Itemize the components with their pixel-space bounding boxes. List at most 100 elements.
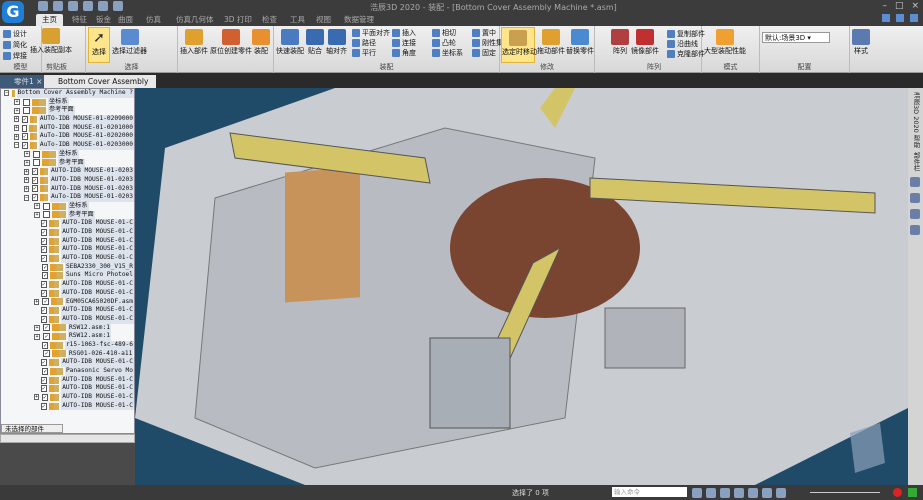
visibility-checkbox[interactable]: ✓ <box>42 367 49 375</box>
zoom-area-icon[interactable] <box>720 488 730 498</box>
mirror-part-button[interactable]: 镜像部件 <box>631 27 659 56</box>
visibility-checkbox[interactable]: ✓ <box>42 263 49 271</box>
tab-10[interactable]: 数据管理 <box>344 14 374 26</box>
assemble-small-button[interactable]: 坐标系 <box>432 48 463 58</box>
tree-item[interactable]: + ✓ EGM05CA65020DF.asm <box>1 297 134 307</box>
shade-icon[interactable] <box>776 488 786 498</box>
tree-item[interactable]: ✓ AUTO-IDB MOUSE-01-C <box>1 280 134 289</box>
visibility-checkbox[interactable]: ✓ <box>40 376 47 384</box>
upload-icon[interactable] <box>908 488 917 497</box>
tab-1[interactable]: 特征 <box>72 14 87 26</box>
tree-item[interactable]: ✓ AUTO-IDB MOUSE-01-C <box>1 236 134 246</box>
model-simplify[interactable]: 简化 <box>13 40 27 50</box>
tree-item[interactable]: ✓ AUTO-IDB MOUSE-01-C <box>1 254 134 263</box>
tree-item[interactable]: + ✓ AUTO-IDB MOUSE-01-0203 <box>1 184 134 194</box>
tree-item[interactable]: ✓ Suns Micro Photoel <box>1 271 134 281</box>
visibility-checkbox[interactable]: ✓ <box>32 185 38 193</box>
tree-item[interactable]: + ✓ RSW12.asm:1 <box>1 332 134 341</box>
panel-icon[interactable] <box>910 209 920 220</box>
in-place-part-button[interactable]: 原位创建零件 <box>210 27 252 56</box>
zoom-slider[interactable] <box>810 492 880 493</box>
visibility-checkbox[interactable] <box>23 107 30 115</box>
tree-item[interactable]: ✓ RSG01-026-410-a11 <box>1 349 134 359</box>
visibility-checkbox[interactable]: ✓ <box>40 307 47 315</box>
tree-item[interactable]: + 参考平面 <box>1 210 134 220</box>
tab-5[interactable]: 仿真几何体 <box>176 14 214 26</box>
close-button[interactable]: × <box>911 1 919 11</box>
expand-toggle[interactable]: + <box>34 324 40 331</box>
tab-6[interactable]: 3D 打印 <box>224 14 252 26</box>
tree-item[interactable]: ✓ AUTO-IDB MOUSE-01-C <box>1 288 134 298</box>
tree-item[interactable]: ✓ r15-1063-fsc-489-6 <box>1 340 134 350</box>
visibility-checkbox[interactable]: ✓ <box>32 194 38 202</box>
move-on-select-button[interactable]: 选定时移动 <box>501 27 537 63</box>
tree-horizontal-scrollbar[interactable] <box>0 434 135 443</box>
model-weld[interactable]: 焊接 <box>13 51 27 61</box>
visibility-checkbox[interactable]: ✓ <box>43 350 50 358</box>
visibility-checkbox[interactable]: ✓ <box>42 272 49 280</box>
visibility-checkbox[interactable]: ✓ <box>40 315 47 323</box>
tree-item[interactable]: + AUTO-IDB MOUSE-01-0201000 <box>1 123 134 133</box>
tree-item[interactable]: ✓ AUTO-IDB MOUSE-01-C <box>1 401 134 411</box>
expand-toggle[interactable]: + <box>24 151 30 158</box>
expand-toggle[interactable]: + <box>14 125 20 132</box>
visibility-checkbox[interactable] <box>33 150 40 158</box>
doc-tab-assembly[interactable]: Bottom Cover Assembly Ma... × <box>44 75 156 99</box>
3d-viewport[interactable] <box>135 88 908 485</box>
tab-7[interactable]: 检查 <box>262 14 277 26</box>
help-icon[interactable] <box>910 14 918 22</box>
tree-item[interactable]: + 参考平面 <box>1 106 134 116</box>
unselected-parts-button[interactable]: 未选择的部件 <box>1 424 63 433</box>
settings-icon[interactable] <box>113 1 123 11</box>
style-button[interactable]: 样式 <box>852 27 870 56</box>
visibility-checkbox[interactable]: ✓ <box>40 280 47 288</box>
select-filter-button[interactable]: 选择过滤器 <box>112 27 147 56</box>
pattern-button[interactable]: 阵列 <box>611 27 629 56</box>
tree-item[interactable]: ✓ AUTO-IDB MOUSE-01-C <box>1 219 134 229</box>
new-icon[interactable] <box>38 1 48 11</box>
assemble-small-button[interactable]: 固定 <box>472 48 496 58</box>
expand-toggle[interactable]: + <box>14 107 20 114</box>
visibility-checkbox[interactable] <box>43 211 50 219</box>
visibility-checkbox[interactable]: ✓ <box>40 289 47 297</box>
tab-3[interactable]: 曲面 <box>118 14 133 26</box>
save-icon[interactable] <box>68 1 78 11</box>
assemble-small-button[interactable]: 刚性集 <box>472 38 503 48</box>
tree-item[interactable]: ✓ AUTO-IDB MOUSE-01-C <box>1 384 134 394</box>
assemble-small-button[interactable]: 置中 <box>472 28 496 38</box>
expand-toggle[interactable]: + <box>24 168 30 175</box>
expand-toggle[interactable]: + <box>14 116 20 123</box>
tab-8[interactable]: 工具 <box>290 14 305 26</box>
model-design[interactable]: 设计 <box>13 29 27 39</box>
tree-item[interactable]: ✓ SEBA2330_300_V15_R <box>1 262 134 272</box>
app-logo[interactable]: G <box>2 1 24 23</box>
expand-toggle[interactable]: + <box>24 177 30 184</box>
tree-item[interactable]: ✓ Panasonic Servo Mo <box>1 367 134 376</box>
tree-item[interactable]: ✓ AUTO-IDB MOUSE-01-C <box>1 375 134 385</box>
visibility-checkbox[interactable]: ✓ <box>40 402 47 410</box>
visibility-checkbox[interactable]: ✓ <box>40 246 47 254</box>
clone-part-button[interactable]: 克隆部件 <box>667 49 705 59</box>
command-input[interactable]: 输入命令 <box>612 487 687 497</box>
visibility-checkbox[interactable]: ✓ <box>43 324 50 332</box>
tree-item[interactable]: + 坐标系 <box>1 149 134 159</box>
visibility-checkbox[interactable] <box>22 124 27 132</box>
tree-item[interactable]: + ✓ AuTo-IDB MOUSE-01-0202000 <box>1 132 134 142</box>
minimize-button[interactable]: – <box>882 1 887 11</box>
replace-part-button[interactable]: 替换零件 <box>566 27 594 56</box>
tree-item[interactable]: + ✓ AUTO-IDB MOUSE-01-0203 <box>1 175 134 185</box>
zoom-fit-icon[interactable] <box>692 488 702 498</box>
visibility-checkbox[interactable] <box>33 159 40 167</box>
visibility-checkbox[interactable]: ✓ <box>40 237 47 245</box>
tree-item[interactable]: ✓ AUTO-IDB MOUSE-01-C <box>1 306 134 315</box>
assemble-small-button[interactable]: 平面对齐 <box>352 28 390 38</box>
align-axis-button[interactable]: 轴对齐 <box>326 27 347 56</box>
assemble-small-button[interactable]: 平行 <box>352 48 376 58</box>
right-tab-help[interactable]: 浩辰3D 2020 帮助 <box>910 92 921 148</box>
tree-item[interactable]: + ✓ AUTO-IDB MOUSE-01-C <box>1 393 134 402</box>
visibility-checkbox[interactable]: ✓ <box>22 115 28 123</box>
expand-toggle[interactable]: − <box>14 142 20 149</box>
redo-icon[interactable] <box>98 1 108 11</box>
quick-assemble-button[interactable]: 快速装配 <box>276 27 304 56</box>
assemble-button[interactable]: 装配 <box>252 27 270 56</box>
